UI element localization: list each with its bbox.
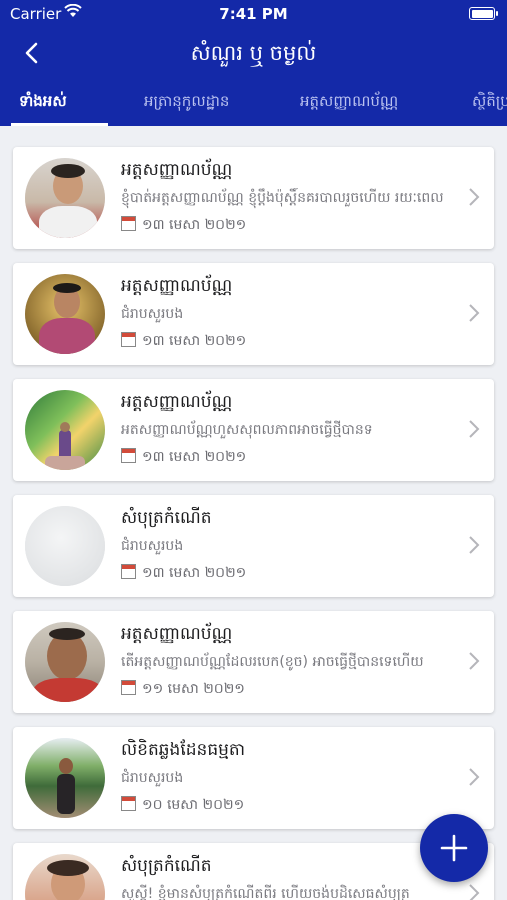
item-date-text: ១៣ មេសា ២០២១ bbox=[142, 449, 247, 465]
item-date: ១១ មេសា ២០២១ bbox=[121, 679, 245, 700]
plus-icon bbox=[440, 834, 468, 862]
tab-birth-registry[interactable]: អត្រានុកូលដ្ឋាន bbox=[144, 92, 229, 114]
item-subtitle: តើអត្តសញ្ញាណប័ណ្ណដែលរបេក(ខូច) អាចធ្វើថ្ម… bbox=[121, 654, 424, 670]
avatar bbox=[25, 390, 105, 470]
battery-icon bbox=[469, 7, 498, 20]
chevron-right-icon bbox=[469, 768, 480, 786]
tab-id-card[interactable]: អត្តសញ្ញាណប័ណ្ណ bbox=[300, 92, 398, 114]
item-subtitle: ខ្ញុំបាត់អត្តសញ្ញាណប័ណ្ណ ខ្ញុំប្ដឹងប៉ុស្… bbox=[121, 190, 444, 206]
item-date-text: ១០ មេសា ២០២១ bbox=[142, 797, 245, 813]
page-title: សំណួរ ឬ ចម្ងល់ bbox=[190, 41, 317, 65]
item-title: អត្តសញ្ញាណប័ណ្ណ bbox=[121, 624, 233, 644]
avatar bbox=[25, 274, 105, 354]
item-date-text: ១៣ មេសា ២០២១ bbox=[142, 565, 247, 581]
item-subtitle: ជំរាបសួរបង bbox=[121, 770, 184, 786]
avatar bbox=[25, 622, 105, 702]
item-title: សំបុត្រកំណើត bbox=[121, 856, 212, 876]
category-tabs: ទាំងអស់ អត្រានុកូលដ្ឋាន អត្តសញ្ញាណប័ណ្ណ … bbox=[0, 80, 507, 126]
item-title: សំបុត្រកំណើត bbox=[121, 508, 212, 528]
list-item[interactable]: អត្តសញ្ញាណប័ណ្ណ ខ្ញុំបាត់អត្តសញ្ញាណប័ណ្ណ… bbox=[13, 147, 494, 249]
status-bar: Carrier 7:41 PM bbox=[0, 0, 507, 28]
navigation-bar: សំណួរ ឬ ចម្ងល់ bbox=[0, 28, 507, 80]
calendar-icon bbox=[121, 448, 136, 463]
item-subtitle: ជំរាបសួរបង bbox=[121, 538, 184, 554]
item-subtitle: សួស្ដី! ខ្ញុំមានសំបុត្រកំណើតពីរ ហើយចង់បដ… bbox=[121, 886, 410, 900]
chevron-right-icon bbox=[469, 536, 480, 554]
chevron-right-icon bbox=[469, 884, 480, 900]
avatar bbox=[25, 738, 105, 818]
item-date: ១៣ មេសា ២០២១ bbox=[121, 447, 246, 468]
status-time: 7:41 PM bbox=[219, 5, 288, 23]
item-date: ១០ មេសា ២០២១ bbox=[121, 795, 244, 816]
list-item[interactable]: អត្តសញ្ញាណប័ណ្ណ អតសញ្ញាណប័ណ្ណហួសសុពលភាពអ… bbox=[13, 379, 494, 481]
add-question-button[interactable] bbox=[420, 814, 488, 882]
item-title: អត្តសញ្ញាណប័ណ្ណ bbox=[121, 276, 233, 296]
list-item[interactable]: សំបុត្រកំណើត ជំរាបសួរបង ១៣ មេសា ២០២១ bbox=[13, 495, 494, 597]
list-item[interactable]: លិខិតឆ្លងដែនធម្មតា ជំរាបសួរបង ១០ មេសា ២០… bbox=[13, 727, 494, 829]
calendar-icon bbox=[121, 332, 136, 347]
chevron-right-icon bbox=[469, 304, 480, 322]
tab-all[interactable]: ទាំងអស់ bbox=[19, 92, 67, 114]
item-date: ១៣ មេសា ២០២១ bbox=[121, 563, 246, 584]
calendar-icon bbox=[121, 216, 136, 231]
item-date-text: ១៣ មេសា ២០២១ bbox=[142, 217, 247, 233]
item-date: ១៣ មេសា ២០២១ bbox=[121, 331, 246, 352]
chevron-right-icon bbox=[469, 188, 480, 206]
avatar bbox=[25, 506, 105, 586]
item-subtitle: ជំរាបសួរបង bbox=[121, 306, 184, 322]
item-title: អត្តសញ្ញាណប័ណ្ណ bbox=[121, 392, 233, 412]
item-subtitle: អតសញ្ញាណប័ណ្ណហួសសុពលភាពអាចធ្វើថ្មីបានទ bbox=[121, 422, 373, 438]
chevron-right-icon bbox=[469, 652, 480, 670]
item-date-text: ១៣ មេសា ២០២១ bbox=[142, 333, 247, 349]
item-date: ១៣ មេសា ២០២១ bbox=[121, 215, 246, 236]
avatar bbox=[25, 158, 105, 238]
tab-statistics[interactable]: ស្ថិតិប្រ bbox=[472, 92, 507, 114]
chevron-right-icon bbox=[469, 420, 480, 438]
calendar-icon bbox=[121, 564, 136, 579]
question-list[interactable]: អត្តសញ្ញាណប័ណ្ណ ខ្ញុំបាត់អត្តសញ្ញាណប័ណ្ណ… bbox=[0, 126, 507, 900]
item-date-text: ១១ មេសា ២០២១ bbox=[142, 681, 245, 697]
item-title: អត្តសញ្ញាណប័ណ្ណ bbox=[121, 160, 233, 180]
list-item[interactable]: អត្តសញ្ញាណប័ណ្ណ ជំរាបសួរបង ១៣ មេសា ២០២១ bbox=[13, 263, 494, 365]
item-title: លិខិតឆ្លងដែនធម្មតា bbox=[121, 740, 246, 760]
list-item[interactable]: អត្តសញ្ញាណប័ណ្ណ តើអត្តសញ្ញាណប័ណ្ណដែលរបេក… bbox=[13, 611, 494, 713]
calendar-icon bbox=[121, 680, 136, 695]
calendar-icon bbox=[121, 796, 136, 811]
avatar bbox=[25, 854, 105, 900]
